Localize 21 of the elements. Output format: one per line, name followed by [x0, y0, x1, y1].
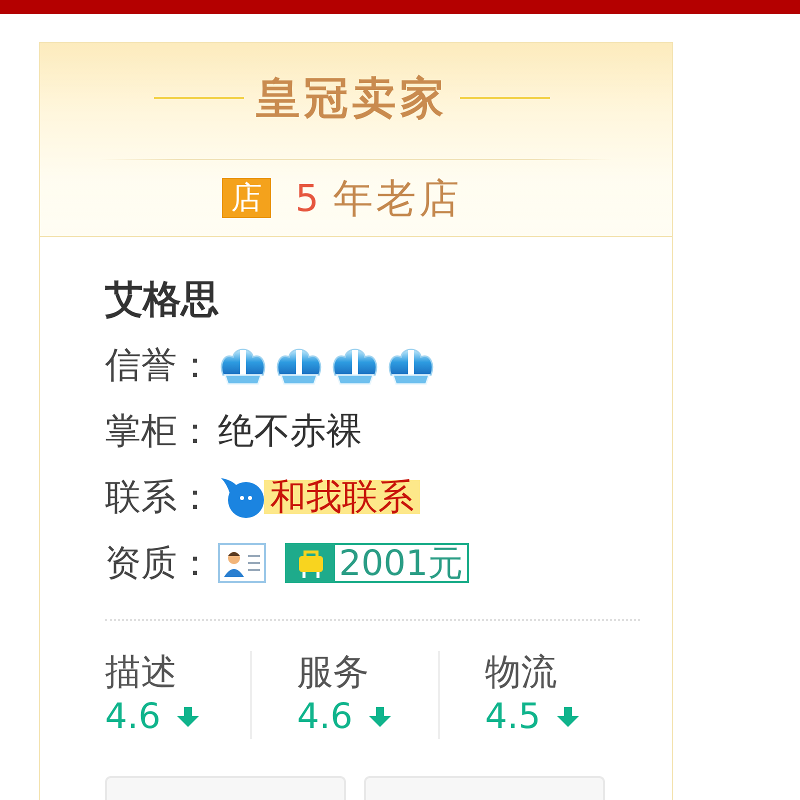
- contact-label: 联系：: [105, 476, 214, 520]
- seller-name: 艾格思: [105, 276, 219, 322]
- contact-button[interactable]: 和我联系: [218, 475, 420, 519]
- shop-badge: 店: [222, 178, 272, 218]
- rating-label: 服务: [297, 652, 369, 693]
- shop-level-title: 皇冠卖家: [256, 72, 448, 126]
- rating-score: 4.6: [105, 697, 161, 737]
- shop-age-label: 年老店: [332, 174, 462, 224]
- rating-label: 物流: [485, 652, 557, 693]
- deposit-badge[interactable]: 2001元: [285, 543, 470, 583]
- reputation-label: 信誉：: [105, 344, 214, 388]
- owner-name: 绝不赤裸: [218, 410, 362, 454]
- id-card-icon[interactable]: [218, 543, 266, 583]
- rating-score: 4.6: [297, 697, 353, 737]
- shop-age-number: 5: [295, 176, 319, 220]
- bag-icon: [287, 545, 335, 581]
- rating-score: 4.5: [485, 697, 541, 737]
- owner-label: 掌柜：: [105, 410, 214, 454]
- qualification-label: 资质：: [105, 542, 214, 586]
- chat-bubble-icon: [218, 475, 264, 519]
- rating-label: 描述: [105, 652, 177, 693]
